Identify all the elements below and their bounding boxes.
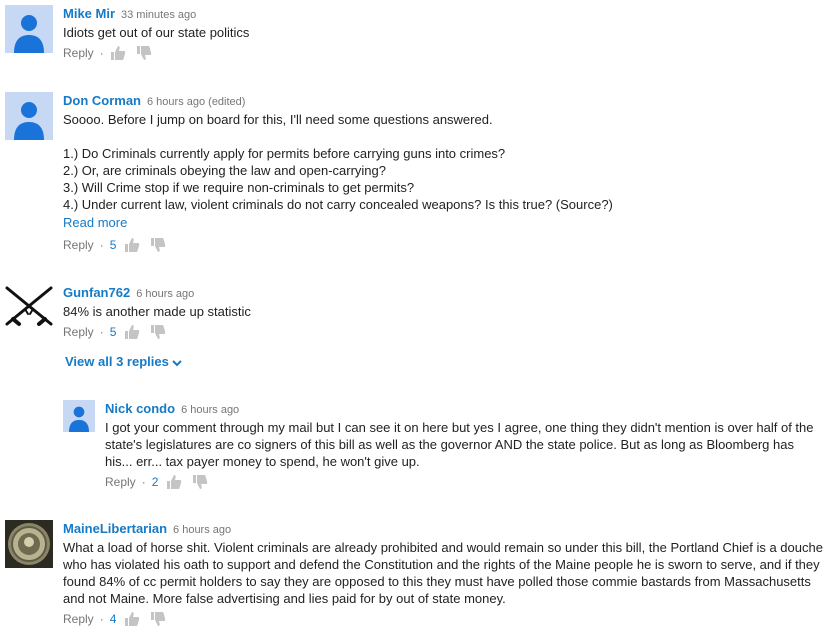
default-avatar-icon (5, 92, 53, 140)
default-avatar-icon (63, 400, 95, 432)
chevron-down-icon (172, 354, 182, 372)
avatar[interactable] (63, 400, 95, 432)
action-bar: Reply · 4 (63, 607, 823, 629)
avatar[interactable] (5, 520, 53, 568)
comment-timestamp[interactable]: 6 hours ago (181, 404, 239, 416)
thumbs-down-icon[interactable] (150, 324, 166, 340)
reply-button[interactable]: Reply (63, 234, 94, 256)
author-name[interactable]: Nick condo (105, 401, 175, 416)
like-count: 5 (109, 324, 117, 339)
author-name[interactable]: Don Corman (63, 93, 141, 108)
comment-text: Idiots get out of our state politics (63, 25, 250, 40)
like-count: 4 (109, 611, 117, 626)
action-bar: Reply · 5 (63, 320, 823, 342)
action-bar: Reply · 5 (63, 233, 823, 255)
comment-timestamp[interactable]: 6 hours ago (173, 524, 231, 536)
thumbs-down-icon[interactable] (192, 474, 208, 490)
separator: · (99, 324, 104, 339)
default-avatar-icon (5, 5, 53, 53)
reply-button[interactable]: Reply (63, 321, 94, 343)
separator: · (99, 237, 104, 252)
like-count: 2 (151, 474, 159, 489)
thumbs-down-icon[interactable] (150, 237, 166, 253)
separator: · (99, 611, 104, 626)
view-replies-toggle[interactable]: View all 3 replies (65, 353, 182, 372)
author-name[interactable]: MaineLibertarian (63, 521, 167, 536)
comment-text: Soooo. Before I jump on board for this, … (63, 112, 613, 212)
thumbs-up-icon[interactable] (110, 45, 126, 61)
thumbs-down-icon[interactable] (150, 611, 166, 627)
thumbs-up-icon[interactable] (124, 324, 140, 340)
comment-text: 84% is another made up statistic (63, 304, 251, 319)
thumbs-up-icon[interactable] (124, 237, 140, 253)
comment-text: What a load of horse shit. Violent crimi… (63, 540, 823, 606)
crossed-rifles-icon (5, 284, 53, 332)
avatar[interactable] (5, 284, 53, 332)
reply-button[interactable]: Reply (105, 471, 136, 493)
view-replies-label: View all 3 replies (65, 354, 169, 369)
author-name[interactable]: Gunfan762 (63, 285, 130, 300)
avatar[interactable] (5, 92, 53, 140)
author-name[interactable]: Mike Mir (63, 6, 115, 21)
like-count: 5 (109, 237, 117, 252)
reply-button[interactable]: Reply (63, 42, 94, 64)
action-bar: Reply · (63, 41, 823, 63)
reply-button[interactable]: Reply (63, 608, 94, 630)
thumbs-down-icon[interactable] (136, 45, 152, 61)
avatar[interactable] (5, 5, 53, 53)
read-more-link[interactable]: Read more (63, 213, 823, 233)
thumbs-up-icon[interactable] (124, 611, 140, 627)
comment-text: I got your comment through my mail but I… (105, 420, 814, 469)
separator: · (141, 474, 146, 489)
seal-emblem-icon (5, 520, 53, 568)
action-bar: Reply · 2 (105, 470, 823, 492)
thumbs-up-icon[interactable] (166, 474, 182, 490)
comment-timestamp[interactable]: 6 hours ago (136, 288, 194, 300)
separator: · (99, 45, 104, 60)
comment-timestamp[interactable]: 6 hours ago (edited) (147, 96, 245, 108)
comment-timestamp[interactable]: 33 minutes ago (121, 9, 196, 21)
